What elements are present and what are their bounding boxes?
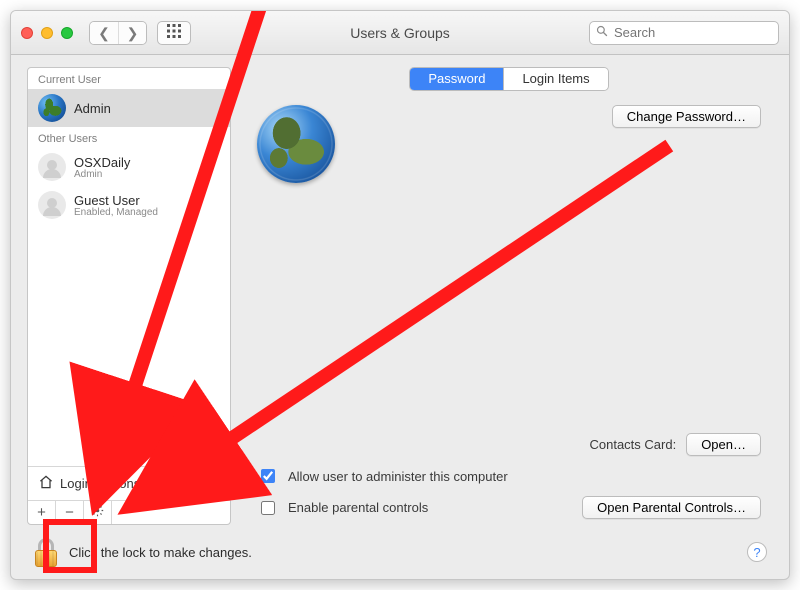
- prefs-window: ❮ ❯ Users & Groups Current User: [10, 10, 790, 580]
- minimize-window-button[interactable]: [41, 27, 53, 39]
- user-row-guest[interactable]: Guest User Enabled, Managed: [28, 186, 230, 224]
- remove-user-button[interactable]: −: [56, 501, 84, 524]
- parental-checkbox-label: Enable parental controls: [288, 500, 428, 515]
- section-current-user: Current User: [28, 68, 230, 89]
- login-options-button[interactable]: Login Options: [28, 466, 230, 500]
- change-password-button[interactable]: Change Password…: [612, 105, 761, 128]
- avatar-placeholder-icon: [38, 191, 66, 219]
- open-contacts-button[interactable]: Open…: [686, 433, 761, 456]
- section-other-users: Other Users: [28, 127, 230, 148]
- search-input[interactable]: [612, 24, 790, 41]
- avatar-earth-icon: [38, 94, 66, 122]
- house-icon: [38, 474, 54, 493]
- minus-icon: −: [65, 504, 74, 521]
- login-options-label: Login Options: [60, 476, 140, 491]
- user-actions-button[interactable]: [84, 501, 112, 524]
- back-button[interactable]: ❮: [90, 22, 118, 44]
- admin-checkbox-label: Allow user to administer this computer: [288, 469, 508, 484]
- parental-row: Enable parental controls Open Parental C…: [257, 496, 761, 519]
- parental-checkbox[interactable]: [261, 501, 275, 515]
- search-field[interactable]: [589, 21, 779, 45]
- user-row-osxdaily[interactable]: OSXDaily Admin: [28, 148, 230, 186]
- search-icon: [596, 25, 608, 40]
- gear-icon: [91, 504, 104, 521]
- admin-checkbox[interactable]: [261, 469, 275, 483]
- users-sidebar: Current User Admin Other Users OSXDaily …: [27, 67, 231, 525]
- help-icon: ?: [753, 545, 760, 560]
- tab-password[interactable]: Password: [410, 68, 503, 90]
- plus-icon: +: [37, 504, 46, 521]
- top-row: Change Password…: [245, 105, 773, 183]
- avatar-placeholder-icon: [38, 153, 66, 181]
- sidebar-toolbar: + −: [28, 500, 230, 524]
- user-detail-pane: Password Login Items Change Password… Co…: [245, 67, 773, 525]
- lock-hint-text: Click the lock to make changes.: [69, 545, 252, 560]
- user-name: Guest User: [74, 193, 158, 208]
- help-button[interactable]: ?: [747, 542, 767, 562]
- bottom-controls: Contacts Card: Open… Allow user to admin…: [245, 433, 773, 525]
- footer: Click the lock to make changes. ?: [27, 533, 773, 569]
- nav-back-forward: ❮ ❯: [89, 21, 147, 45]
- user-row-current[interactable]: Admin: [28, 89, 230, 127]
- contacts-row: Contacts Card: Open…: [257, 433, 761, 456]
- user-picture[interactable]: [257, 105, 335, 183]
- forward-button[interactable]: ❯: [118, 22, 146, 44]
- user-name: Admin: [74, 101, 111, 116]
- show-all-prefs-button[interactable]: [157, 21, 191, 45]
- add-user-button[interactable]: +: [28, 501, 56, 524]
- user-name: OSXDaily: [74, 155, 130, 170]
- contacts-card-label: Contacts Card:: [589, 437, 676, 452]
- columns: Current User Admin Other Users OSXDaily …: [27, 67, 773, 525]
- titlebar: ❮ ❯ Users & Groups: [11, 11, 789, 55]
- user-role: Admin: [74, 169, 130, 180]
- admin-row: Allow user to administer this computer: [257, 466, 761, 486]
- zoom-window-button[interactable]: [61, 27, 73, 39]
- open-parental-controls-button[interactable]: Open Parental Controls…: [582, 496, 761, 519]
- tab-login-items[interactable]: Login Items: [503, 68, 607, 90]
- grid-icon: [167, 24, 181, 41]
- close-window-button[interactable]: [21, 27, 33, 39]
- lock-button[interactable]: [33, 537, 59, 567]
- window-controls: [21, 27, 73, 39]
- tabs: Password Login Items: [409, 67, 608, 91]
- user-status: Enabled, Managed: [74, 207, 158, 218]
- window-body: Current User Admin Other Users OSXDaily …: [11, 55, 789, 579]
